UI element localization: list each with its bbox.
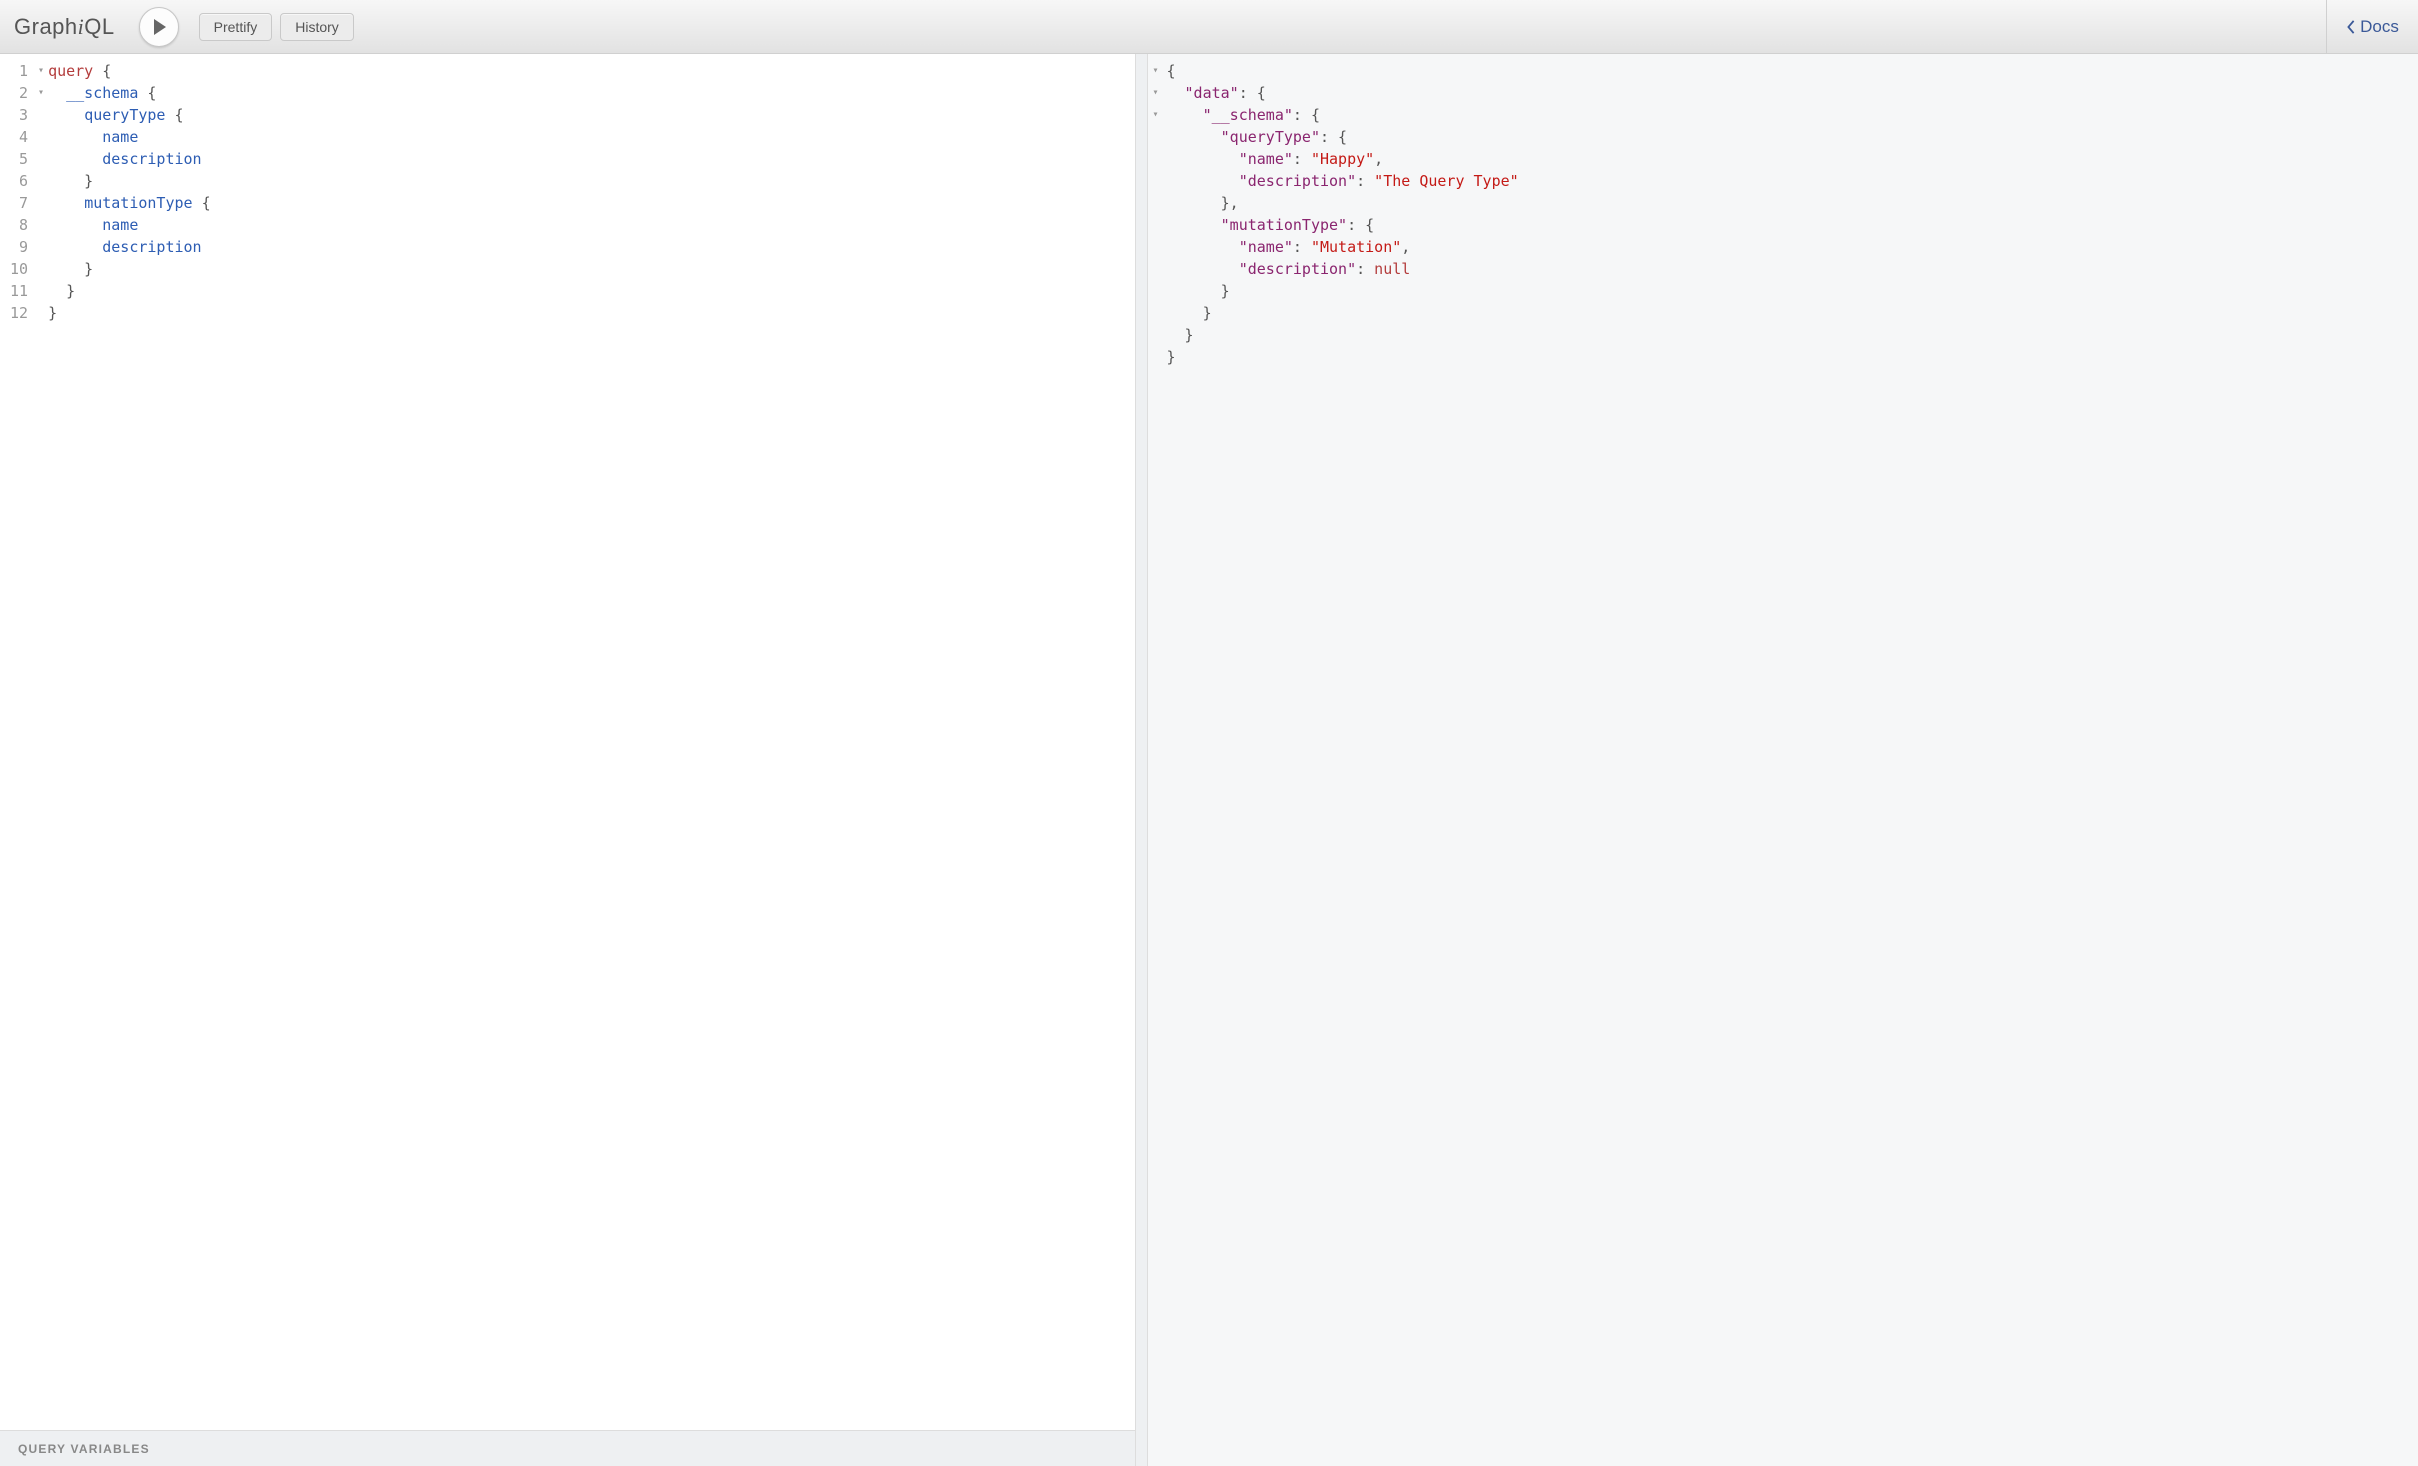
result-pane: ▾▾▾ { "data": { "__schema": { "queryType…	[1148, 54, 2418, 1466]
line-number: 12	[10, 302, 28, 324]
code-line[interactable]: }	[48, 302, 1135, 324]
code-line[interactable]: description	[48, 236, 1135, 258]
prettify-button[interactable]: Prettify	[199, 13, 273, 41]
fold-marker	[1148, 280, 1162, 302]
fold-marker	[34, 280, 48, 302]
result-line: "mutationType": {	[1166, 214, 2418, 236]
line-number: 1	[10, 60, 28, 82]
fold-marker	[1148, 214, 1162, 236]
code-line[interactable]: mutationType {	[48, 192, 1135, 214]
result-line: "name": "Happy",	[1166, 148, 2418, 170]
line-number: 8	[10, 214, 28, 236]
main-area: 123456789101112 ▾▾ query { __schema { qu…	[0, 54, 2418, 1466]
result-line: "__schema": {	[1166, 104, 2418, 126]
execute-button[interactable]	[139, 7, 179, 47]
fold-marker	[34, 170, 48, 192]
fold-marker	[1148, 258, 1162, 280]
result-line: }	[1166, 280, 2418, 302]
result-fold-gutter[interactable]: ▾▾▾	[1148, 60, 1162, 368]
logo-part-a: Graph	[14, 14, 78, 39]
result-line: }	[1166, 302, 2418, 324]
line-number: 9	[10, 236, 28, 258]
pane-resize-handle[interactable]	[1136, 54, 1148, 1466]
code-line[interactable]: }	[48, 170, 1135, 192]
code-line[interactable]: query {	[48, 60, 1135, 82]
logo-part-c: QL	[84, 14, 114, 39]
fold-marker	[34, 126, 48, 148]
line-number: 7	[10, 192, 28, 214]
fold-marker	[34, 104, 48, 126]
line-number: 2	[10, 82, 28, 104]
fold-marker	[34, 148, 48, 170]
result-line: }	[1166, 346, 2418, 368]
line-number: 4	[10, 126, 28, 148]
fold-marker[interactable]: ▾	[1148, 82, 1162, 104]
fold-marker[interactable]: ▾	[1148, 104, 1162, 126]
code-line[interactable]: queryType {	[48, 104, 1135, 126]
fold-marker	[1148, 170, 1162, 192]
code-line[interactable]: description	[48, 148, 1135, 170]
result-line: "name": "Mutation",	[1166, 236, 2418, 258]
fold-marker	[1148, 324, 1162, 346]
fold-marker	[1148, 236, 1162, 258]
query-editor[interactable]: 123456789101112 ▾▾ query { __schema { qu…	[0, 54, 1135, 1430]
line-number: 10	[10, 258, 28, 280]
graphiql-logo: GraphiQL	[14, 14, 115, 40]
line-number: 11	[10, 280, 28, 302]
fold-marker	[34, 214, 48, 236]
fold-marker	[1148, 192, 1162, 214]
line-number-gutter: 123456789101112	[0, 60, 34, 1430]
result-line: "data": {	[1166, 82, 2418, 104]
line-number: 6	[10, 170, 28, 192]
result-line: }	[1166, 324, 2418, 346]
topbar: GraphiQL Prettify History Docs	[0, 0, 2418, 54]
fold-marker	[1148, 126, 1162, 148]
result-json[interactable]: { "data": { "__schema": { "queryType": {…	[1148, 54, 2418, 368]
chevron-left-icon	[2346, 20, 2356, 34]
query-code[interactable]: query { __schema { queryType { name desc…	[48, 60, 1135, 1430]
fold-marker	[34, 192, 48, 214]
history-button[interactable]: History	[280, 13, 354, 41]
docs-panel-toggle-region: Docs	[2326, 0, 2418, 53]
docs-label: Docs	[2360, 17, 2399, 37]
query-editor-pane: 123456789101112 ▾▾ query { __schema { qu…	[0, 54, 1136, 1466]
code-line[interactable]: __schema {	[48, 82, 1135, 104]
fold-gutter[interactable]: ▾▾	[34, 60, 48, 1430]
fold-marker[interactable]: ▾	[34, 60, 48, 82]
fold-marker	[34, 258, 48, 280]
code-line[interactable]: name	[48, 126, 1135, 148]
fold-marker	[34, 302, 48, 324]
query-variables-bar[interactable]: Query Variables	[0, 1430, 1135, 1466]
result-line: "description": null	[1166, 258, 2418, 280]
fold-marker	[1148, 148, 1162, 170]
fold-marker	[1148, 302, 1162, 324]
result-line: "queryType": {	[1166, 126, 2418, 148]
code-line[interactable]: }	[48, 258, 1135, 280]
code-line[interactable]: name	[48, 214, 1135, 236]
result-line: {	[1166, 60, 2418, 82]
result-line: "description": "The Query Type"	[1166, 170, 2418, 192]
docs-button[interactable]: Docs	[2346, 17, 2399, 37]
fold-marker	[1148, 346, 1162, 368]
play-icon	[152, 19, 168, 35]
line-number: 3	[10, 104, 28, 126]
fold-marker	[34, 236, 48, 258]
line-number: 5	[10, 148, 28, 170]
fold-marker[interactable]: ▾	[34, 82, 48, 104]
fold-marker[interactable]: ▾	[1148, 60, 1162, 82]
code-line[interactable]: }	[48, 280, 1135, 302]
result-line: },	[1166, 192, 2418, 214]
query-variables-label: Query Variables	[18, 1442, 150, 1456]
